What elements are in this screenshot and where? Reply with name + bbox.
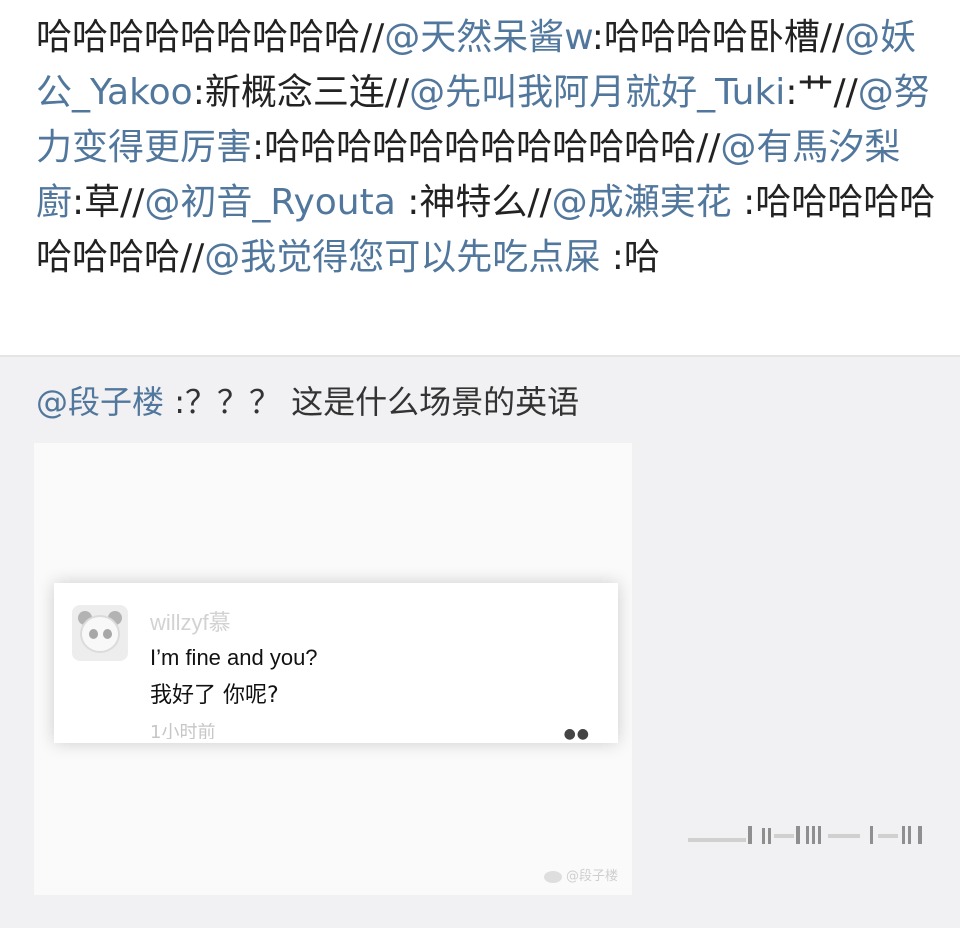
comment-time: 1小时前 xyxy=(150,723,216,739)
mention-link[interactable]: @天然呆酱w xyxy=(384,17,591,58)
mention-link[interactable]: @先叫我阿月就好_Tuki xyxy=(409,72,785,113)
post-segment: :草// xyxy=(72,182,145,223)
mention-link[interactable]: @初音_Ryouta xyxy=(144,182,395,223)
avatar-eye xyxy=(89,629,98,639)
watermark-text: @段子楼 xyxy=(566,869,619,884)
post-segment: :哈哈哈哈卧槽// xyxy=(591,17,845,58)
avatar-eye xyxy=(103,629,112,639)
post-segment: :哈哈哈哈哈哈哈哈哈哈哈哈// xyxy=(252,127,721,168)
comment-card: willzyf慕 I’m fine and you? 我好了 你呢? 1小时前 … xyxy=(54,583,618,743)
repost-body: :？？？ 这是什么场景的英语 xyxy=(164,383,580,421)
panda-avatar-icon xyxy=(72,605,128,661)
weibo-logo-icon xyxy=(544,870,562,883)
weibo-page: 哈哈哈哈哈哈哈哈哈//@天然呆酱w:哈哈哈哈卧槽//@妖公_Yakoo:新概念三… xyxy=(0,0,960,928)
original-post: 哈哈哈哈哈哈哈哈哈//@天然呆酱w:哈哈哈哈卧槽//@妖公_Yakoo:新概念三… xyxy=(0,0,960,355)
post-segment: :新概念三连// xyxy=(192,72,410,113)
comment-message-cn: 我好了 你呢? xyxy=(150,683,279,708)
mention-link[interactable]: @我觉得您可以先吃点屎 xyxy=(204,237,600,278)
post-text: 哈哈哈哈哈哈哈哈哈//@天然呆酱w:哈哈哈哈卧槽//@妖公_Yakoo:新概念三… xyxy=(36,10,942,285)
mention-link[interactable]: @成瀬実花 xyxy=(552,182,732,223)
image-watermark: @段子楼 xyxy=(544,865,618,884)
repost-author-link[interactable]: @段子楼 xyxy=(36,383,164,421)
post-segment: :哈 xyxy=(600,237,660,278)
post-segment: 哈哈哈哈哈哈哈哈哈// xyxy=(36,17,385,58)
more-dots-icon: ●● xyxy=(563,726,590,742)
comment-username: willzyf慕 xyxy=(150,610,231,635)
comment-message-en: I’m fine and you? xyxy=(150,645,318,670)
post-segment: :艹// xyxy=(785,72,858,113)
repost-text: @段子楼 :？？？ 这是什么场景的英语 xyxy=(36,377,579,427)
attached-image[interactable]: willzyf慕 I’m fine and you? 我好了 你呢? 1小时前 … xyxy=(34,443,632,895)
avatar-face xyxy=(80,615,120,653)
watermark-bars-icon xyxy=(688,826,922,844)
post-segment: :神特么// xyxy=(395,182,552,223)
